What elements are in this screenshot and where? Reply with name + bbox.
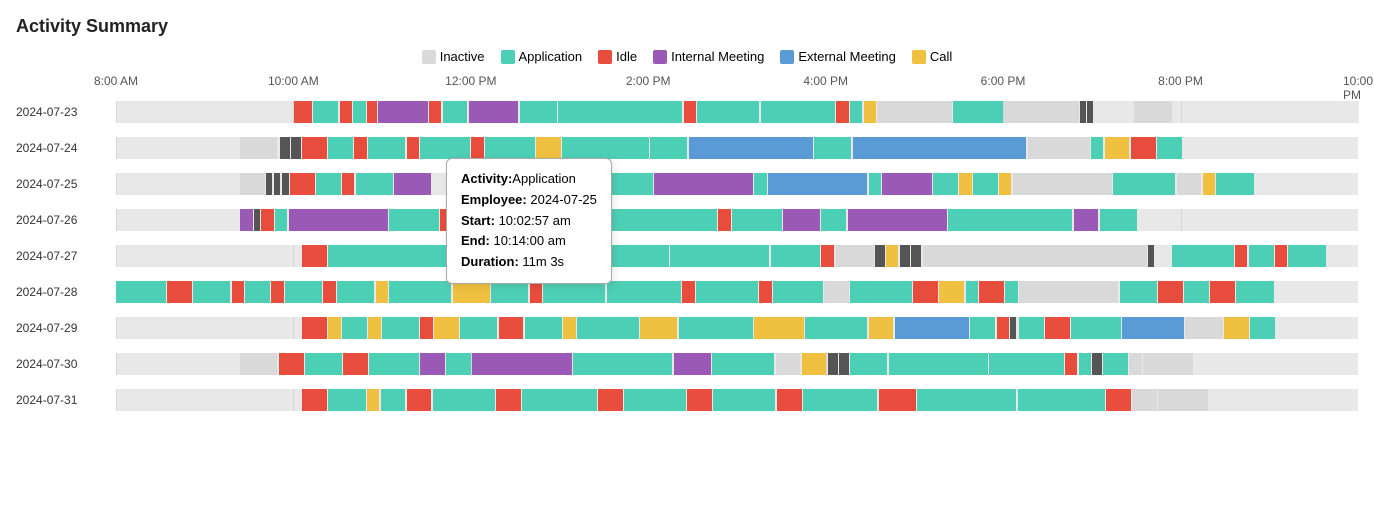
date-label: 2024-07-26 xyxy=(16,213,116,227)
date-label: 2024-07-30 xyxy=(16,357,116,371)
date-label: 2024-07-23 xyxy=(16,105,116,119)
activity-bar[interactable] xyxy=(116,317,1358,339)
rows-container: Activity:Application Employee: 2024-07-2… xyxy=(16,98,1358,414)
legend: Inactive Application Idle Internal Meeti… xyxy=(16,49,1358,64)
legend-external-meeting: External Meeting xyxy=(780,49,896,64)
table-row: 2024-07-27 xyxy=(16,242,1358,270)
activity-bar[interactable] xyxy=(116,209,1358,231)
legend-inactive: Inactive xyxy=(422,49,485,64)
chart-area: 8:00 AM 10:00 AM 12:00 PM 2:00 PM 4:00 P… xyxy=(16,74,1358,414)
date-label: 2024-07-28 xyxy=(16,285,116,299)
table-row: 2024-07-24 xyxy=(16,134,1358,162)
activity-bar[interactable] xyxy=(116,353,1358,375)
date-label: 2024-07-27 xyxy=(16,249,116,263)
activity-bar[interactable] xyxy=(116,137,1358,159)
date-label: 2024-07-29 xyxy=(16,321,116,335)
activity-bar[interactable] xyxy=(116,101,1358,123)
table-row: 2024-07-23 xyxy=(16,98,1358,126)
legend-internal-meeting: Internal Meeting xyxy=(653,49,764,64)
page-title: Activity Summary xyxy=(16,16,1358,37)
table-row: 2024-07-30 xyxy=(16,350,1358,378)
table-row: 2024-07-29 xyxy=(16,314,1358,342)
legend-application: Application xyxy=(501,49,583,64)
table-row: 2024-07-26 xyxy=(16,206,1358,234)
table-row: 2024-07-31 xyxy=(16,386,1358,414)
activity-bar[interactable] xyxy=(116,245,1358,267)
date-label: 2024-07-25 xyxy=(16,177,116,191)
time-axis: 8:00 AM 10:00 AM 12:00 PM 2:00 PM 4:00 P… xyxy=(116,74,1358,94)
table-row: 2024-07-25 xyxy=(16,170,1358,198)
activity-bar[interactable] xyxy=(116,173,1358,195)
table-row: 2024-07-28 xyxy=(16,278,1358,306)
date-label: 2024-07-31 xyxy=(16,393,116,407)
date-label: 2024-07-24 xyxy=(16,141,116,155)
activity-bar[interactable] xyxy=(116,281,1358,303)
activity-bar[interactable] xyxy=(116,389,1358,411)
legend-call: Call xyxy=(912,49,952,64)
legend-idle: Idle xyxy=(598,49,637,64)
